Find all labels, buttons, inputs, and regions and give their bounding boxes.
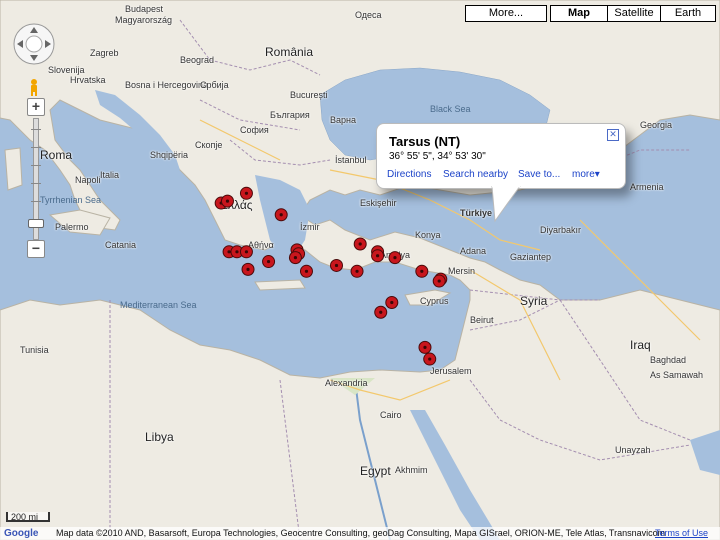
zoom-tick <box>31 201 41 202</box>
site-marker[interactable] <box>423 352 437 366</box>
info-window-tail <box>491 186 521 223</box>
site-marker[interactable] <box>239 186 253 200</box>
search-nearby-link[interactable]: Search nearby <box>443 169 508 180</box>
site-marker[interactable] <box>299 264 313 278</box>
zoom-tick <box>31 165 41 166</box>
directions-link[interactable]: Directions <box>387 169 431 180</box>
site-marker[interactable] <box>241 262 255 276</box>
map-footer: Google Map data ©2010 AND, Basarsoft, Eu… <box>0 527 720 540</box>
map-type-satellite-button[interactable]: Satellite <box>607 5 661 22</box>
zoom-tick <box>31 147 41 148</box>
marker-layer <box>214 186 448 366</box>
zoom-tick <box>31 183 41 184</box>
site-marker[interactable] <box>374 305 388 319</box>
site-marker[interactable] <box>274 208 288 222</box>
zoom-control: + − <box>27 98 45 258</box>
site-marker[interactable] <box>350 264 364 278</box>
zoom-out-button[interactable]: − <box>27 240 45 258</box>
zoom-slider-thumb[interactable] <box>28 219 44 228</box>
zoom-track[interactable] <box>28 118 44 240</box>
pegman-icon[interactable] <box>28 78 40 96</box>
map-canvas[interactable]: Budapest Magyarország Slovenija Zagreb Hrvat… <box>0 0 720 540</box>
info-window-coords: 36° 55' 5", 34° 53' 30" <box>389 151 486 162</box>
map-type-map-button[interactable]: Map <box>550 5 608 22</box>
site-marker[interactable] <box>288 251 302 265</box>
zoom-tick <box>31 129 41 130</box>
pan-control[interactable] <box>12 22 56 66</box>
close-icon[interactable]: ✕ <box>607 129 619 141</box>
site-marker[interactable] <box>353 237 367 251</box>
site-marker[interactable] <box>371 249 385 263</box>
site-marker[interactable] <box>432 274 446 288</box>
google-logo[interactable]: Google <box>4 527 38 540</box>
scale-bar: 200 mi <box>6 512 50 522</box>
site-marker[interactable] <box>239 245 253 259</box>
site-marker[interactable] <box>388 251 402 265</box>
terms-link[interactable]: Terms of Use <box>655 527 708 540</box>
info-window: Tarsus (NT) 36° 55' 5", 34° 53' 30" Dire… <box>376 123 626 189</box>
site-marker[interactable] <box>330 258 343 272</box>
site-marker[interactable] <box>262 255 276 269</box>
site-marker[interactable] <box>415 264 429 278</box>
info-window-title: Tarsus (NT) <box>389 134 461 149</box>
more-button[interactable]: More... <box>465 5 547 22</box>
site-marker[interactable] <box>220 194 234 208</box>
attribution-text: Map data ©2010 AND, Basarsoft, Europa Te… <box>56 528 666 538</box>
save-to-link[interactable]: Save to... <box>518 169 560 180</box>
zoom-in-button[interactable]: + <box>27 98 45 116</box>
site-marker[interactable] <box>385 296 399 309</box>
scale-label: 200 mi <box>11 512 39 522</box>
site-marker[interactable] <box>418 340 432 354</box>
more-link[interactable]: more▾ <box>572 169 600 180</box>
map-type-earth-button[interactable]: Earth <box>660 5 716 22</box>
